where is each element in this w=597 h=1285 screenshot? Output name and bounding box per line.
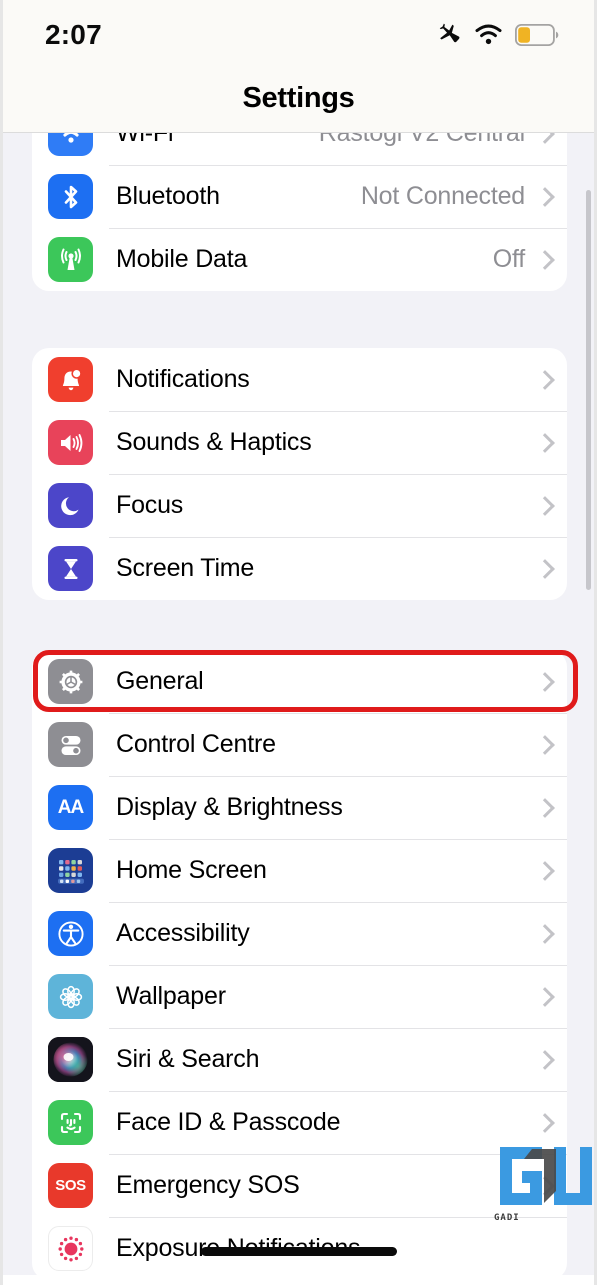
chevron-right-icon [538,861,549,880]
chevron-right-icon [538,1113,549,1132]
scroll-indicator[interactable] [586,190,591,590]
siri-orb-icon [48,1037,93,1082]
airplane-mode-icon [439,23,460,43]
settings-row-label: Control Centre [116,730,276,758]
chevron-right-icon [538,370,549,389]
watermark-text: GADI [494,1213,520,1223]
home-screen-grid-icon [48,848,93,893]
settings-row-siri-search[interactable]: Siri & Search [32,1028,567,1091]
bluetooth-icon [48,174,93,219]
chevron-right-icon [538,924,549,943]
sos-icon: SOS [48,1163,93,1208]
settings-row-accessory [538,496,567,515]
settings-row-value: Off [492,245,525,273]
face-id-icon [48,1100,93,1145]
settings-row-label: Wallpaper [116,982,226,1010]
toggles-icon [48,722,93,767]
settings-row-accessory [538,433,567,452]
settings-row-wallpaper[interactable]: Wallpaper [32,965,567,1028]
settings-row-bluetooth[interactable]: Bluetooth Not Connected [32,165,567,228]
status-bar-time: 2:07 [45,19,102,50]
watermark-logo: GADI [494,1143,594,1225]
settings-group-notifications: Notifications Sounds & Haptics Focus Scr… [32,348,567,600]
settings-row-accessory [538,987,567,1006]
chevron-right-icon [538,987,549,1006]
settings-row-screen-time[interactable]: Screen Time [32,537,567,600]
gear-icon [48,659,93,704]
settings-row-label: Emergency SOS [116,1171,300,1199]
settings-row-emergency-sos[interactable]: SOS Emergency SOS [32,1154,567,1217]
chevron-right-icon [538,798,549,817]
settings-row-mobile-data[interactable]: Mobile Data Off [32,228,567,291]
chevron-right-icon [538,433,549,452]
settings-row-accessory [538,1113,567,1132]
chevron-right-icon [538,559,549,578]
settings-row-label: General [116,667,204,695]
moon-icon [48,483,93,528]
settings-row-accessory [538,672,567,691]
settings-row-value: Not Connected [360,182,525,210]
hourglass-icon [48,546,93,591]
settings-row-label: Face ID & Passcode [116,1108,341,1136]
settings-row-notifications[interactable]: Notifications [32,348,567,411]
status-bar-icons [437,22,559,47]
settings-row-label: Display & Brightness [116,793,343,821]
mobile-data-icon [48,237,93,282]
navigation-bar: Settings [0,62,597,133]
settings-row-accessory [538,798,567,817]
exposure-notifications-icon [48,1226,93,1271]
page-title: Settings [242,82,355,114]
settings-row-home-screen[interactable]: Home Screen [32,839,567,902]
chevron-right-icon [538,672,549,691]
chevron-right-icon [538,735,549,754]
iphone-settings-screen: Wi-Fi Rastogi V2 Central Bluetooth Not C… [0,0,597,1285]
settings-row-face-id-passcode[interactable]: Face ID & Passcode [32,1091,567,1154]
settings-row-general[interactable]: General [32,650,567,713]
settings-row-focus[interactable]: Focus [32,474,567,537]
bell-icon [48,357,93,402]
battery-low-power-icon [515,23,559,46]
chevron-right-icon [538,187,549,206]
settings-row-label: Home Screen [116,856,267,884]
settings-row-accessory [538,559,567,578]
bottom-edge [0,1275,597,1285]
settings-row-accessory [538,924,567,943]
accessibility-icon [48,911,93,956]
settings-row-label: Sounds & Haptics [116,428,312,456]
settings-row-label: Bluetooth [116,182,220,210]
settings-group-general: General Control Centre AA Display & Brig… [32,650,567,1280]
settings-row-label: Screen Time [116,554,255,582]
speaker-icon [48,420,93,465]
settings-row-accessory: Off [493,245,567,274]
settings-row-label: Siri & Search [116,1045,260,1073]
settings-row-label: Mobile Data [116,245,248,273]
settings-row-label: Notifications [116,365,250,393]
wifi-icon [475,24,502,45]
settings-row-label: Accessibility [116,919,250,947]
settings-row-accessory [538,370,567,389]
settings-row-label: Focus [116,491,184,519]
settings-row-display-brightness[interactable]: AA Display & Brightness [32,776,567,839]
settings-row-accessory [538,735,567,754]
settings-row-accessibility[interactable]: Accessibility [32,902,567,965]
settings-row-control-centre[interactable]: Control Centre [32,713,567,776]
settings-row-accessory [538,861,567,880]
chevron-right-icon [538,1050,549,1069]
home-indicator[interactable] [200,1247,397,1256]
aa-text-icon: AA [48,785,93,830]
settings-row-sounds-haptics[interactable]: Sounds & Haptics [32,411,567,474]
chevron-right-icon [538,250,549,269]
chevron-right-icon [538,496,549,515]
settings-row-accessory [538,1050,567,1069]
wallpaper-flower-icon [48,974,93,1019]
status-bar: 2:07 [0,0,597,62]
settings-scroll-view[interactable]: Wi-Fi Rastogi V2 Central Bluetooth Not C… [0,0,597,1285]
settings-row-accessory: Not Connected [361,182,567,211]
